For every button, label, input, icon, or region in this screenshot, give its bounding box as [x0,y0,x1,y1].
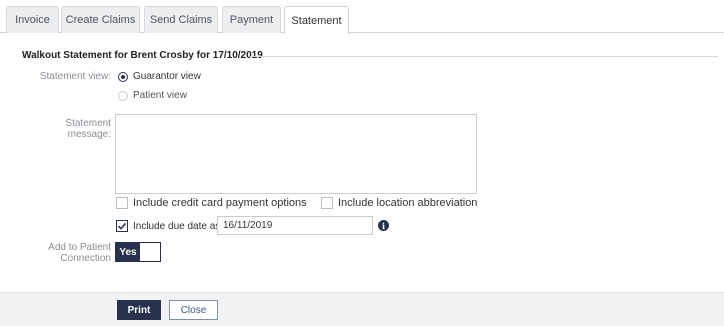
patient-view-radio[interactable]: Patient view [118,90,187,101]
patient-connection-label: Add to Patient Connection [20,242,111,264]
toggle-on-label: Yes [116,243,140,261]
checkbox-icon[interactable] [321,197,333,209]
due-date-label: Include due date as [133,220,221,232]
location-abbreviation-option[interactable]: Include location abbreviation [321,197,477,209]
due-date-option[interactable]: Include due date as [116,220,220,232]
tab-send-claims[interactable]: Send Claims [144,6,218,33]
print-button[interactable]: Print [117,300,161,320]
checkbox-checked-icon[interactable] [116,220,128,232]
tab-bar: Invoice Create Claims Send Claims Paymen… [0,0,724,34]
info-icon[interactable]: i [378,220,389,231]
guarantor-view-radio[interactable]: Guarantor view [118,71,201,82]
tab-invoice[interactable]: Invoice [6,6,59,33]
checkbox-icon[interactable] [116,197,128,209]
statement-message-textarea[interactable] [115,114,477,194]
page-title: Walkout Statement for Brent Crosby for 1… [22,50,263,61]
statement-message-label: Statement message: [65,118,111,140]
footer-bar [0,292,724,326]
close-button[interactable]: Close [169,300,218,320]
radio-checked-icon[interactable] [118,71,128,82]
statement-view-label: Statement view: [39,71,111,82]
due-date-input[interactable] [217,216,373,235]
guarantor-view-label: Guarantor view [133,71,201,82]
tab-payment[interactable]: Payment [222,6,281,33]
tab-create-claims[interactable]: Create Claims [61,6,140,33]
patient-connection-toggle[interactable]: Yes [115,242,161,262]
tab-statement[interactable]: Statement [284,6,349,34]
heading-divider [250,56,718,57]
patient-connection-label-line2: Connection [60,253,111,264]
patient-view-label: Patient view [133,90,187,101]
location-abbreviation-label: Include location abbreviation [338,197,478,209]
credit-card-option[interactable]: Include credit card payment options [116,197,307,209]
radio-unchecked-icon[interactable] [118,90,128,101]
patient-connection-label-line1: Add to Patient [48,242,111,253]
credit-card-option-label: Include credit card payment options [133,197,307,209]
